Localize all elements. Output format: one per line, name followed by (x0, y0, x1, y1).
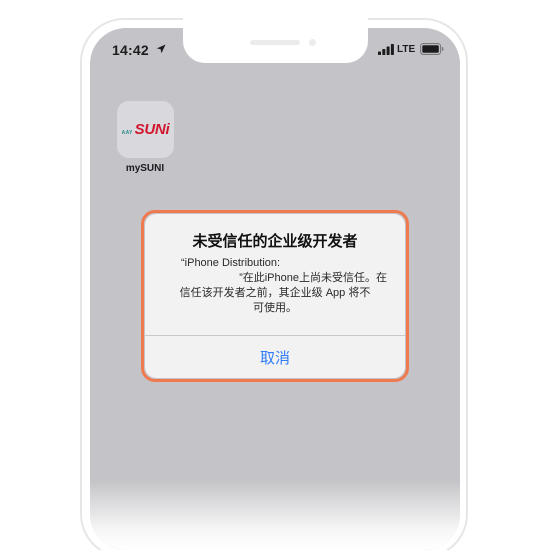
alert-message-line: 信任该开发者之前，其企业级 App 将不 (179, 287, 371, 299)
app-logo-prefix: AAY (121, 130, 133, 136)
alert-title: 未受信任的企业级开发者 (192, 233, 358, 250)
speaker-grille (250, 40, 300, 45)
network-type-label: LTE (397, 44, 416, 55)
app-logo-wordmark: SUNi (134, 121, 170, 138)
app-label: mySUNI (125, 163, 165, 174)
alert-message-line: ”在此iPhone上尚未受信任。在 (239, 272, 387, 284)
alert-message: “iPhone Distribution: ”在此iPhone上尚未受信任。在 … (163, 256, 387, 316)
mysuni-logo: AAY SUNi (122, 121, 170, 138)
cancel-button[interactable]: 取消 (145, 336, 405, 378)
alert-message-line: “iPhone Distribution: (181, 257, 281, 269)
status-time: 14:42 (112, 42, 149, 58)
mysuni-app-icon[interactable]: AAY SUNi (117, 101, 174, 158)
untrusted-developer-alert: 未受信任的企业级开发者 “iPhone Distribution: ”在此iPh… (145, 214, 405, 378)
alert-message-line: 可使用。 (253, 302, 297, 314)
cellular-signal-icon (378, 44, 394, 55)
front-camera (309, 39, 316, 46)
page: 14:42 LTE AAY SUNi mySUNI 未受信任的企业级开发者 “i… (0, 0, 550, 550)
screen-bottom-fade (90, 480, 460, 550)
location-arrow-icon (156, 44, 166, 54)
battery-icon (420, 43, 444, 55)
